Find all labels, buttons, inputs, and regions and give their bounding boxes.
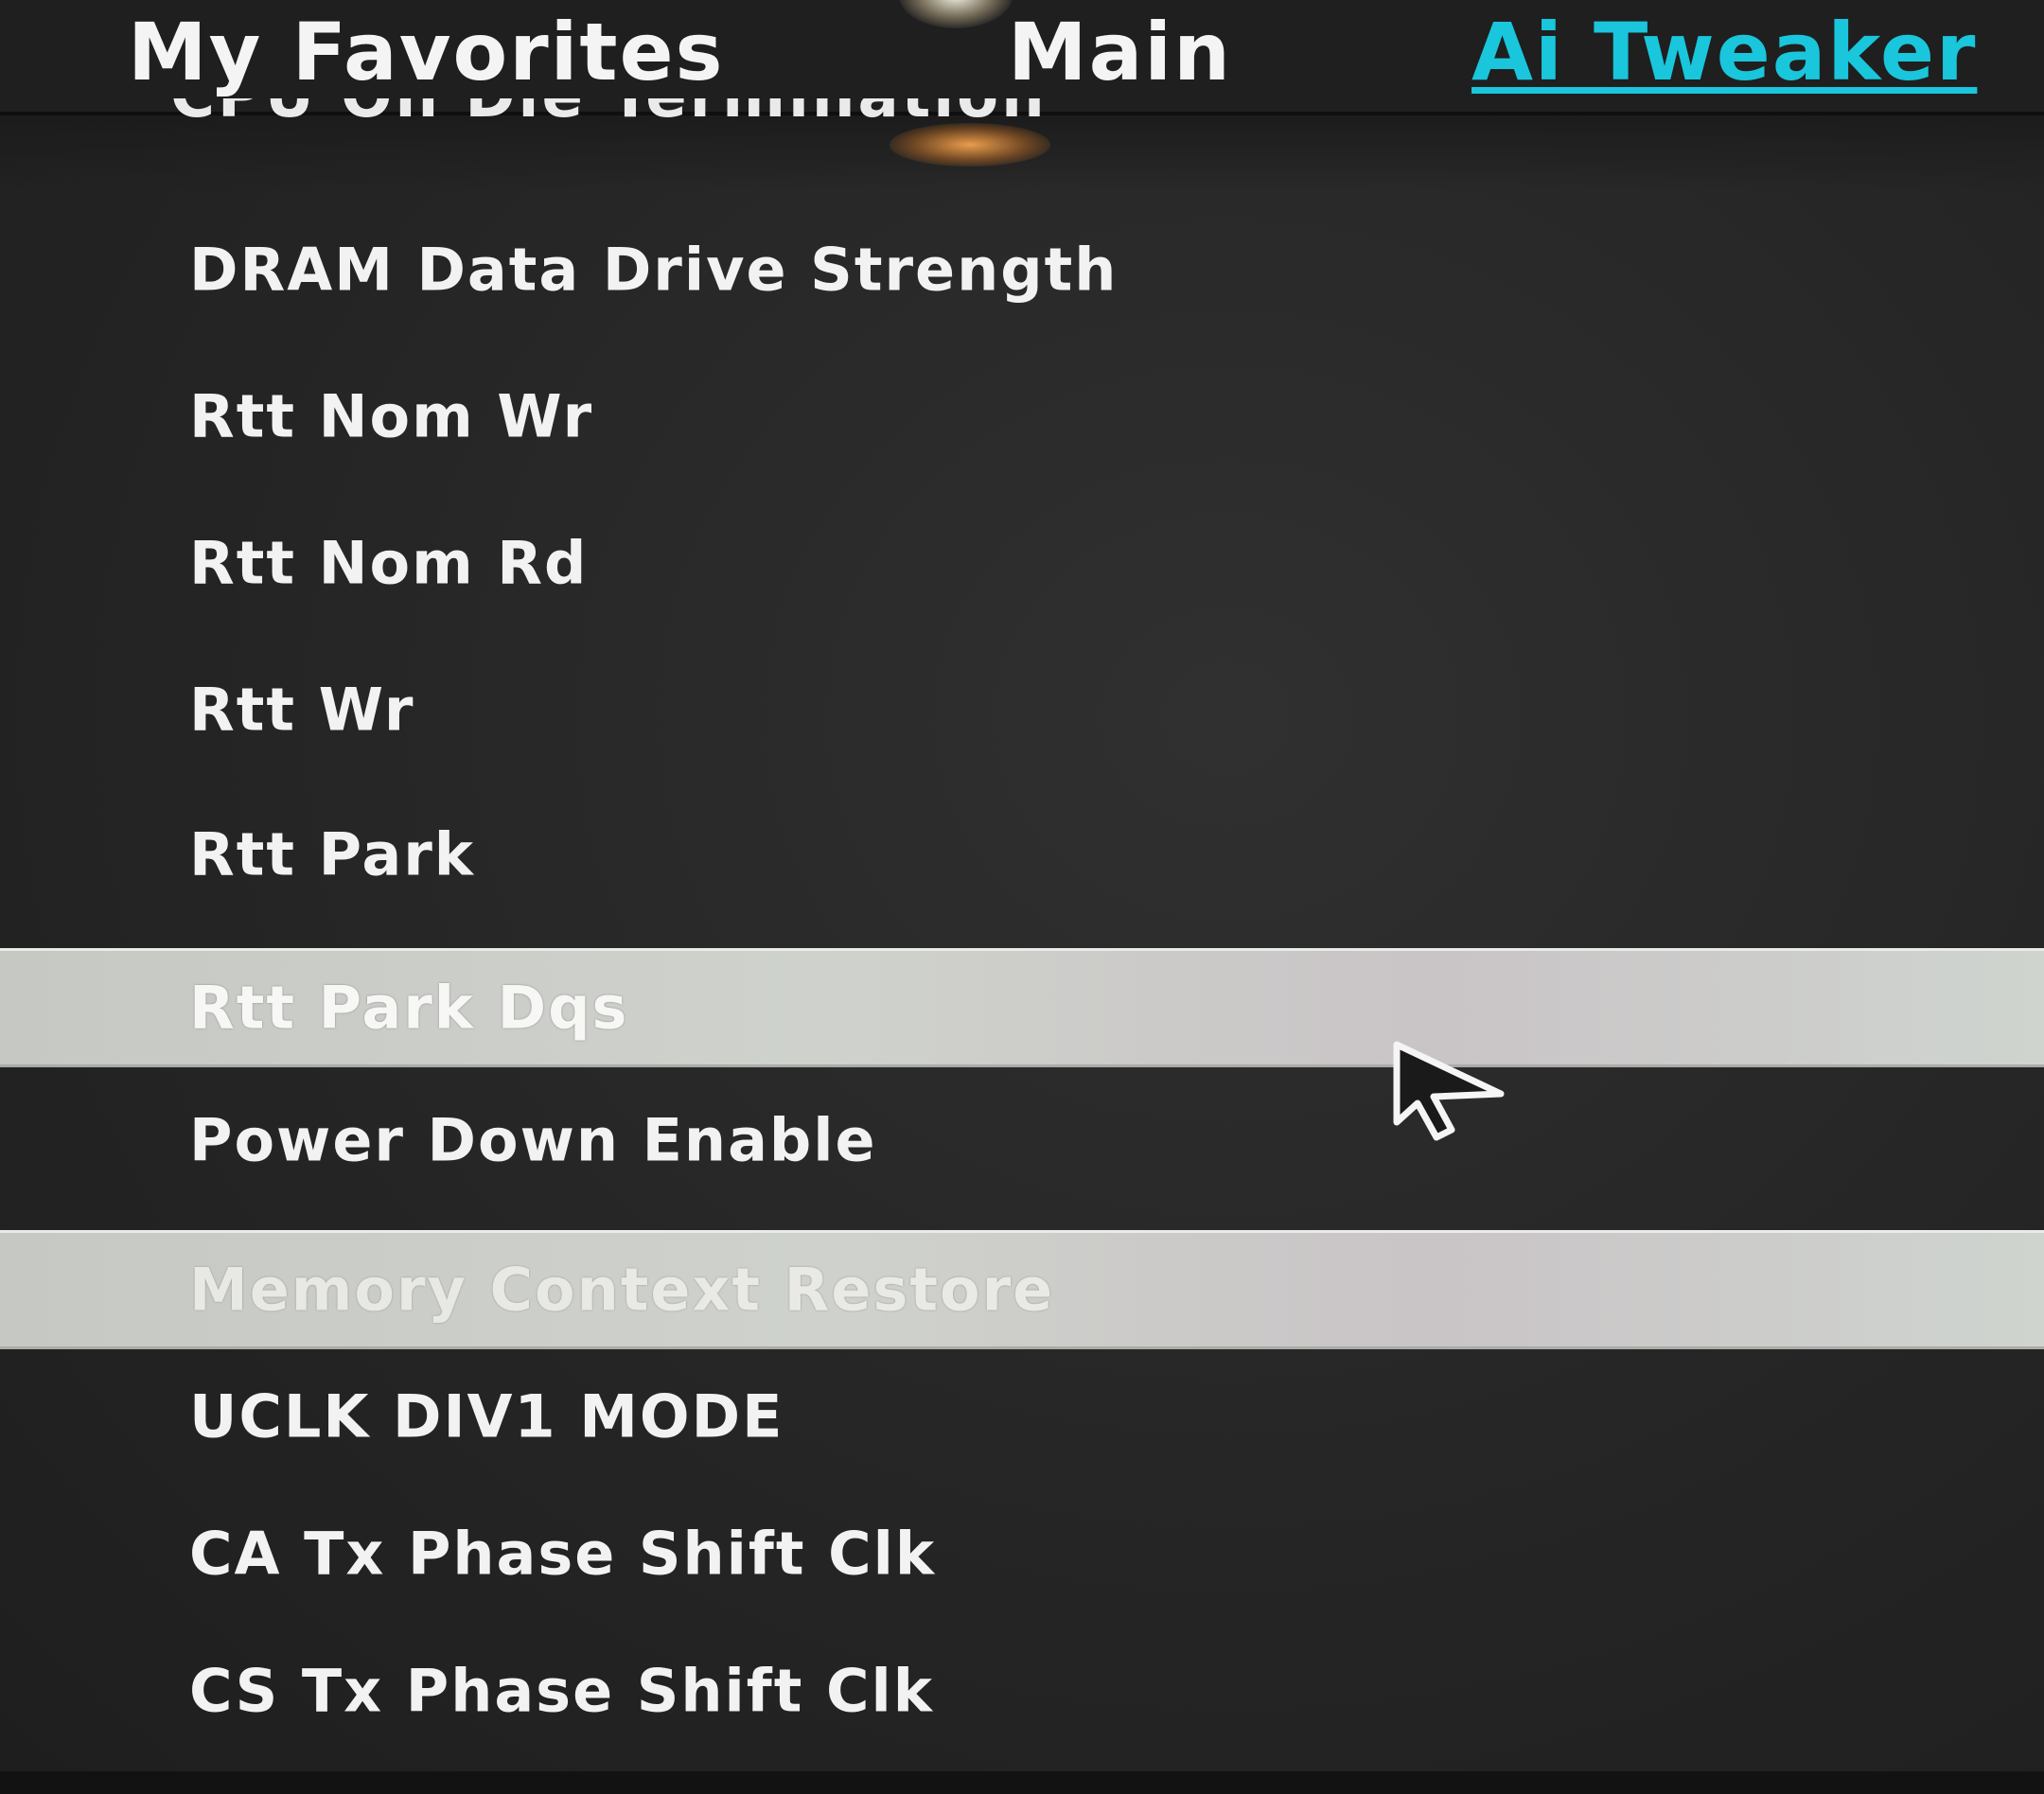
menu-item-label: Memory Context Restore [189, 1255, 1055, 1325]
menu-item-label: CPU On Die Termination [170, 98, 1048, 127]
menu-item-rtt-wr[interactable]: Rtt Wr [0, 653, 2044, 766]
menu-item-label: Power Down Enable [189, 1105, 877, 1175]
menu-item-label: CS Tx Phase Shift Clk [189, 1656, 934, 1726]
arrow-pointer-icon [1393, 1041, 1505, 1141]
menu-item-rtt-park-dqs[interactable]: Rtt Park Dqs [0, 948, 2044, 1067]
menu-item-label: DRAM Data Drive Strength [189, 235, 1119, 305]
menu-item-ca-tx-phase-shift-clk[interactable]: CA Tx Phase Shift Clk [0, 1497, 2044, 1610]
menu-item-label: Rtt Nom Wr [189, 381, 594, 451]
screen-glare [890, 123, 1050, 167]
menu-item-rtt-park[interactable]: Rtt Park [0, 798, 2044, 911]
menu-item-label: Rtt Nom Rd [189, 528, 589, 598]
menu-item-label: Rtt Wr [189, 675, 415, 745]
menu-item-rtt-nom-wr[interactable]: Rtt Nom Wr [0, 360, 2044, 473]
menu-item-label: CA Tx Phase Shift Clk [189, 1519, 937, 1589]
menu-item-label: UCLK DIV1 MODE [189, 1381, 784, 1451]
menu-item-memory-context-restore[interactable]: Memory Context Restore [0, 1230, 2044, 1349]
menu-item-dram-data-drive-strength[interactable]: DRAM Data Drive Strength [0, 213, 2044, 326]
menu-item-label: Rtt Park Dqs [189, 973, 629, 1043]
menu-item-label: Rtt Park [189, 819, 476, 889]
tab-my-favorites[interactable]: My Favorites [128, 6, 725, 98]
menu-item-uclk-div1-mode[interactable]: UCLK DIV1 MODE [0, 1360, 2044, 1473]
tab-ai-tweaker[interactable]: Ai Tweaker [1471, 6, 1977, 98]
screen-bottom-edge [0, 1771, 2044, 1794]
screen-glare [899, 0, 1013, 28]
menu-item-cs-tx-phase-shift-clk[interactable]: CS Tx Phase Shift Clk [0, 1634, 2044, 1748]
bios-screen: My Favorites Main Ai Tweaker CPU On Die … [0, 0, 2044, 1794]
tab-main[interactable]: Main [1008, 6, 1232, 98]
menu-item-power-down-enable[interactable]: Power Down Enable [0, 1083, 2044, 1197]
menu-item-rtt-nom-rd[interactable]: Rtt Nom Rd [0, 506, 2044, 620]
